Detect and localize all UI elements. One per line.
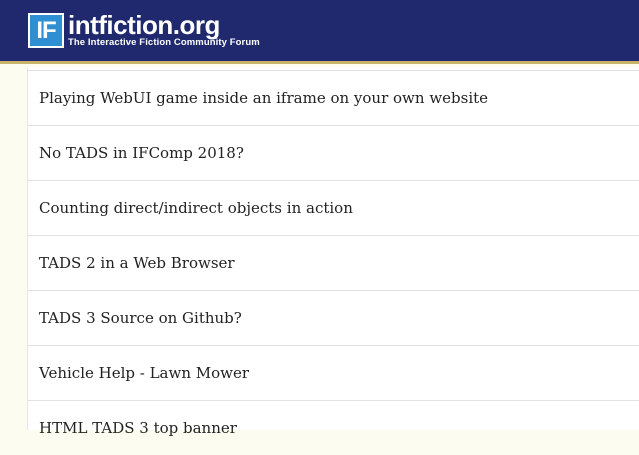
topic-title-link[interactable]: TADS 2 in a Web Browser (39, 254, 235, 272)
topic-title-link[interactable]: Vehicle Help - Lawn Mower (39, 364, 249, 382)
logo-text: intfiction.org The Interactive Fiction C… (68, 9, 260, 48)
site-logo[interactable]: IF intfiction.org The Interactive Fictio… (28, 12, 260, 48)
table-row[interactable]: No TADS in IFComp 2018? (28, 125, 639, 180)
site-header: IF intfiction.org The Interactive Fictio… (0, 0, 639, 64)
table-row[interactable]: Counting direct/indirect objects in acti… (28, 180, 639, 235)
topic-title-link[interactable]: Counting direct/indirect objects in acti… (39, 199, 353, 217)
logo-name: intfiction.org (68, 9, 220, 40)
topic-list: Playing WebUI game inside an iframe on y… (27, 67, 639, 437)
left-gutter (0, 64, 27, 430)
table-row[interactable]: TADS 2 in a Web Browser (28, 235, 639, 290)
topic-title-link[interactable]: HTML TADS 3 top banner (39, 419, 237, 437)
table-row[interactable]: HTML TADS 3 top banner (28, 400, 639, 455)
table-row[interactable]: Playing WebUI game inside an iframe on y… (28, 70, 639, 125)
table-row[interactable]: Vehicle Help - Lawn Mower (28, 345, 639, 400)
topic-title-link[interactable]: TADS 3 Source on Github? (39, 309, 242, 327)
table-row[interactable]: TADS 3 Source on Github? (28, 290, 639, 345)
logo-tagline: The Interactive Fiction Community Forum (68, 36, 260, 48)
if-logo-icon: IF (28, 12, 64, 48)
topic-title-link[interactable]: Playing WebUI game inside an iframe on y… (39, 89, 488, 107)
topic-title-link[interactable]: No TADS in IFComp 2018? (39, 144, 244, 162)
